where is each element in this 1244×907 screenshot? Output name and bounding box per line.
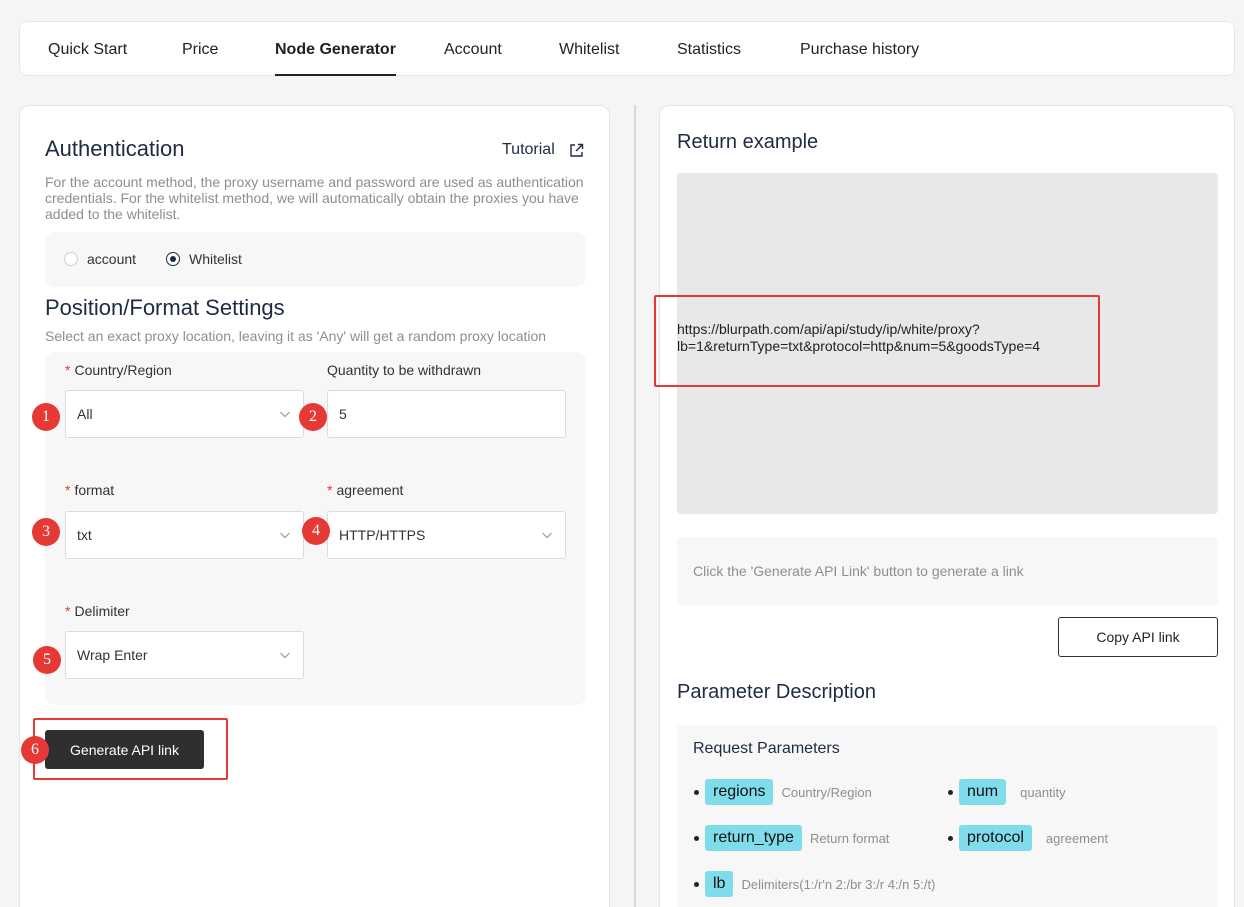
agreement-label-text: agreement: [336, 482, 404, 498]
quantity-value: 5: [339, 406, 347, 422]
chevron-down-icon: [542, 532, 552, 539]
delimiter-select[interactable]: Wrap Enter: [65, 631, 304, 679]
radio-account-label: account: [87, 251, 137, 267]
radio-whitelist-circle: [166, 252, 180, 266]
params-subtitle: Request Parameters: [693, 740, 840, 757]
param-name: return_type: [705, 825, 802, 851]
tutorial-label: Tutorial: [502, 141, 555, 158]
tab-price[interactable]: Price: [182, 41, 218, 59]
param-regions: regions Country/Region: [694, 779, 872, 805]
settings-panel: Authentication Tutorial For the account …: [19, 105, 610, 907]
delimiter-label-text: Delimiter: [74, 603, 130, 619]
format-value: txt: [77, 527, 92, 543]
tab-quick-start[interactable]: Quick Start: [48, 41, 127, 59]
bullet: [948, 835, 953, 841]
format-label-text: format: [74, 482, 115, 498]
country-value: All: [77, 406, 93, 422]
annotation-badge-3: 3: [32, 518, 60, 546]
agreement-select[interactable]: HTTP/HTTPS: [327, 511, 566, 559]
delimiter-label: * Delimiter: [65, 603, 130, 619]
external-link-icon: [570, 143, 583, 157]
radio-whitelist-label: Whitelist: [189, 251, 242, 267]
annotation-badge-1: 1: [32, 403, 60, 431]
chevron-down-icon: [280, 652, 290, 659]
bullet: [694, 835, 699, 841]
highlight-generate: [33, 718, 228, 780]
param-desc: Return format: [809, 830, 890, 846]
required-mark: *: [65, 603, 71, 619]
param-desc: quantity: [1020, 784, 1066, 800]
auth-desc-line3: added to the whitelist.: [45, 206, 181, 222]
agreement-label: * agreement: [327, 482, 403, 498]
quantity-label: Quantity to be withdrawn: [327, 362, 482, 378]
param-lb: lb Delimiters(1:/r'n 2:/br 3:/r 4:/n 5:/…: [694, 871, 935, 897]
auth-method-group: account Whitelist: [45, 232, 586, 287]
required-mark: *: [65, 482, 71, 498]
tutorial-link[interactable]: Tutorial: [502, 141, 584, 159]
bullet: [694, 881, 699, 887]
param-name: num: [959, 779, 1007, 805]
radio-whitelist[interactable]: Whitelist: [166, 251, 242, 267]
copy-api-link-button[interactable]: Copy API link: [1058, 617, 1218, 657]
position-title: Position/Format Settings: [45, 295, 285, 320]
position-desc: Select an exact proxy location, leaving …: [45, 328, 547, 344]
annotation-badge-6: 6: [21, 736, 49, 764]
tab-purchase-history[interactable]: Purchase history: [800, 41, 919, 59]
required-mark: *: [327, 482, 333, 498]
api-link-hint: Click the 'Generate API Link' button to …: [693, 563, 1024, 579]
param-num: num quantity: [948, 779, 1066, 805]
param-desc: Delimiters(1:/r'n 2:/br 3:/r 4:/n 5:/t): [741, 876, 936, 892]
quantity-input[interactable]: 5: [327, 390, 566, 438]
chevron-down-icon: [280, 411, 290, 418]
delimiter-value: Wrap Enter: [77, 647, 148, 663]
agreement-value: HTTP/HTTPS: [339, 527, 426, 543]
auth-desc-line1: For the account method, the proxy userna…: [45, 174, 584, 190]
annotation-badge-2: 2: [299, 403, 327, 431]
auth-desc-line2: credentials. For the whitelist method, w…: [45, 190, 579, 206]
param-name: regions: [705, 779, 774, 805]
tab-account[interactable]: Account: [444, 41, 502, 59]
top-nav: Quick Start Price Node Generator Account…: [19, 21, 1235, 76]
param-protocol: protocol agreement: [948, 825, 1108, 851]
params-box: Request Parameters regions Country/Regio…: [677, 725, 1218, 907]
format-label: * format: [65, 482, 114, 498]
country-label: * Country/Region: [65, 362, 172, 378]
annotation-badge-4: 4: [302, 517, 330, 545]
radio-account[interactable]: account: [64, 251, 136, 267]
auth-title: Authentication: [45, 136, 185, 161]
tab-whitelist[interactable]: Whitelist: [559, 41, 619, 59]
panel-divider: [634, 105, 636, 907]
country-label-text: Country/Region: [74, 362, 172, 378]
annotation-badge-5: 5: [33, 646, 61, 674]
format-select[interactable]: txt: [65, 511, 304, 559]
param-desc: agreement: [1045, 830, 1109, 846]
param-name: protocol: [959, 825, 1032, 851]
required-mark: *: [65, 362, 71, 378]
chevron-down-icon: [280, 532, 290, 539]
result-panel: Return example https://blurpath.com/api/…: [654, 105, 1235, 907]
bullet: [948, 789, 953, 795]
bullet: [694, 789, 699, 795]
radio-account-circle: [64, 252, 78, 266]
example-title: Return example: [677, 131, 819, 153]
params-title: Parameter Description: [677, 681, 876, 703]
param-name: lb: [705, 871, 734, 897]
param-desc: Country/Region: [781, 784, 872, 800]
tab-statistics[interactable]: Statistics: [677, 41, 741, 59]
highlight-url: [654, 295, 1100, 387]
tab-node-generator[interactable]: Node Generator: [275, 41, 396, 76]
country-select[interactable]: All: [65, 390, 304, 438]
api-link-output: Click the 'Generate API Link' button to …: [677, 537, 1218, 605]
param-return-type: return_type Return format: [694, 825, 889, 851]
